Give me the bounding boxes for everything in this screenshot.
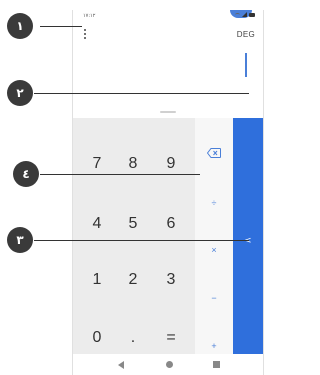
callout-2: ٢ <box>7 80 33 106</box>
status-bar: ١٧:١٢ <box>73 10 263 26</box>
subtract-operator[interactable]: − <box>195 288 233 308</box>
signal-icon <box>242 12 247 17</box>
overflow-menu-icon[interactable] <box>83 29 87 39</box>
backspace-icon[interactable] <box>207 148 221 158</box>
status-time: ١٧:١٢ <box>83 13 96 19</box>
drag-handle[interactable] <box>160 111 176 113</box>
key-4[interactable]: 4 <box>77 204 117 244</box>
multiply-operator[interactable]: × <box>195 240 233 260</box>
status-icons <box>235 12 255 17</box>
calculator-screen: ١٧:١٢ DEG 7 8 9 4 5 6 1 2 3 0 . = ÷ × − … <box>72 10 264 375</box>
chevron-left-icon: < <box>244 236 252 246</box>
wifi-icon <box>235 12 240 17</box>
key-1[interactable]: 1 <box>77 260 117 300</box>
callout-3: ٣ <box>7 227 33 253</box>
key-7[interactable]: 7 <box>77 144 117 184</box>
navigation-bar <box>73 354 263 375</box>
callout-1: ١ <box>7 13 33 39</box>
key-5[interactable]: 5 <box>113 204 153 244</box>
input-cursor <box>245 53 247 77</box>
callout-line-4 <box>40 174 200 175</box>
home-icon[interactable] <box>166 361 173 368</box>
key-equals[interactable]: = <box>151 318 191 358</box>
divide-operator[interactable]: ÷ <box>195 193 233 213</box>
key-3[interactable]: 3 <box>151 260 191 300</box>
key-2[interactable]: 2 <box>113 260 153 300</box>
key-8[interactable]: 8 <box>113 144 153 184</box>
key-6[interactable]: 6 <box>151 204 191 244</box>
angle-mode-toggle[interactable]: DEG <box>237 30 255 39</box>
battery-icon <box>249 12 255 17</box>
recents-icon[interactable] <box>213 361 220 368</box>
callout-4: ٤ <box>13 161 39 187</box>
callout-line-2 <box>34 93 249 94</box>
operator-panel: ÷ × − + <box>195 118 233 354</box>
add-operator[interactable]: + <box>195 336 233 356</box>
back-icon[interactable] <box>118 361 124 369</box>
number-keypad: 7 8 9 4 5 6 1 2 3 0 . = <box>73 118 195 354</box>
callout-line-3 <box>34 240 249 241</box>
key-0[interactable]: 0 <box>77 318 117 358</box>
advanced-drawer[interactable]: < <box>233 118 263 354</box>
callout-line-1 <box>40 26 82 27</box>
key-9[interactable]: 9 <box>151 144 191 184</box>
key-decimal[interactable]: . <box>113 318 153 358</box>
